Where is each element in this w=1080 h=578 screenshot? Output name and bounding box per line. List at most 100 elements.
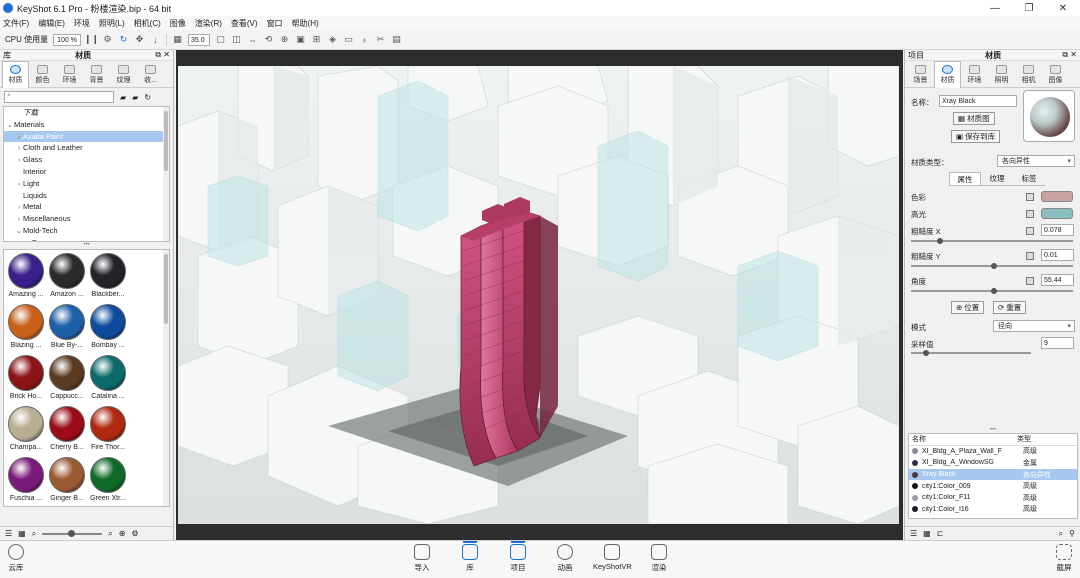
list-item[interactable]: XI_Bldg_A_WindowSG 金属 — [909, 457, 1077, 469]
list-item[interactable]: city1:Color_F11 高级 — [909, 492, 1077, 504]
tools-icon[interactable]: ✂ — [375, 34, 386, 45]
material-ball[interactable] — [49, 355, 85, 391]
tab-materials[interactable]: 材质 — [2, 61, 29, 88]
split-view-icon[interactable]: ⊞ — [311, 34, 322, 45]
specular-texture-icon[interactable] — [1026, 210, 1034, 218]
tab-textures[interactable]: 纹理 — [110, 61, 137, 88]
material-thumbnail[interactable]: Amazing ... — [6, 253, 46, 304]
zoom-out-icon[interactable]: ⌕ — [32, 529, 36, 539]
fit-icon[interactable]: ✥ — [134, 34, 145, 45]
search-icon[interactable]: ⌕ — [1059, 529, 1063, 539]
menu-help[interactable]: 帮助(H) — [292, 18, 319, 29]
field-of-view-input[interactable]: 35.0 — [187, 33, 210, 46]
tree-item[interactable]: › Metal — [4, 201, 169, 213]
panel-close-icon[interactable]: ⧉ ✕ — [1062, 50, 1077, 60]
tab-labels[interactable]: 标签 — [1013, 172, 1045, 185]
menu-file[interactable]: 文件(F) — [3, 18, 29, 29]
move-icon[interactable]: ⇔ — [247, 34, 258, 45]
material-ball[interactable] — [8, 355, 44, 391]
camera-icon[interactable]: ◫ — [231, 34, 242, 45]
folder-icon[interactable]: ▰ — [120, 93, 126, 102]
shield-icon[interactable]: ◈ — [327, 34, 338, 45]
filter-icon[interactable]: ⚲ — [1069, 529, 1075, 538]
city-render-scene[interactable] — [178, 66, 899, 524]
tab-texture[interactable]: 纹理 — [981, 172, 1013, 185]
tree-item[interactable]: 下载 — [4, 107, 169, 119]
sync-icon[interactable]: ↻ — [144, 93, 151, 102]
list-header-type[interactable]: 类型 — [1017, 434, 1031, 444]
roughness-x-input[interactable]: 0.078 — [1041, 224, 1074, 236]
list-view-icon[interactable]: ☰ — [5, 529, 12, 538]
roughness-x-slider[interactable] — [911, 238, 1073, 244]
color-texture-icon[interactable] — [1026, 193, 1034, 201]
tree-item[interactable]: Interior — [4, 166, 169, 178]
material-ball[interactable] — [90, 406, 126, 442]
tree-item[interactable]: ⌄Materials — [4, 119, 169, 131]
tree-item[interactable]: Liquids — [4, 190, 169, 202]
angle-texture-icon[interactable] — [1026, 277, 1034, 285]
material-name-input[interactable]: Xray Black — [939, 95, 1017, 107]
slider-knob[interactable] — [923, 350, 929, 356]
roughness-y-texture-icon[interactable] — [1026, 252, 1034, 260]
tree-item[interactable]: › Glass — [4, 154, 169, 166]
zoom-icon[interactable]: ⊕ — [279, 34, 290, 45]
tree-item[interactable]: › Light — [4, 178, 169, 190]
material-ball[interactable] — [8, 304, 44, 340]
material-ball[interactable] — [90, 355, 126, 391]
reset-button[interactable]: ⟳ 重置 — [993, 301, 1027, 314]
material-ball[interactable] — [49, 253, 85, 289]
roughness-y-input[interactable]: 0.01 — [1041, 249, 1074, 261]
samples-input[interactable]: 9 — [1041, 337, 1074, 349]
position-button[interactable]: ⊕ 位置 — [951, 301, 985, 314]
grid-view-icon[interactable]: ▦ — [18, 529, 26, 538]
list-item[interactable]: Xray Black 各向异性 — [909, 468, 1077, 481]
tab-scene[interactable]: 场景 — [907, 61, 934, 88]
list-item[interactable]: city1:Color_009 高级 — [909, 480, 1077, 492]
rotate-icon[interactable]: ⟲ — [263, 34, 274, 45]
library-search-input[interactable]: ⌕ — [4, 91, 114, 103]
zoom-in-icon[interactable]: ⌕ — [108, 529, 112, 539]
menu-window[interactable]: 窗口 — [267, 18, 283, 29]
minimize-button[interactable]: — — [978, 0, 1012, 16]
tab-colors[interactable]: 颜色 — [29, 61, 56, 88]
panel-close-icon[interactable]: ⧉ ✕ — [155, 50, 170, 60]
perspective-icon[interactable]: ▦ — [172, 34, 183, 45]
tree-item[interactable]: ⌄Mold-Tech — [4, 225, 169, 237]
menu-environment[interactable]: 环境 — [74, 18, 90, 29]
folder-add-icon[interactable]: ▰ — [132, 93, 138, 102]
tree-item[interactable]: Bump — [4, 237, 169, 241]
material-ball[interactable] — [8, 406, 44, 442]
cloud-library-button[interactable]: 云库 — [8, 544, 24, 573]
tab-environments[interactable]: 环境 — [56, 61, 83, 88]
material-thumbnail[interactable]: Blazing ... — [6, 304, 46, 355]
roughness-x-texture-icon[interactable] — [1026, 227, 1034, 235]
pause-icon[interactable]: ❙❙ — [84, 34, 99, 45]
light-bulb-icon[interactable]: ♁ — [359, 34, 370, 45]
render-button[interactable]: 渲染 — [651, 544, 667, 573]
project-button[interactable]: 项目 — [510, 541, 526, 573]
screen-icon[interactable]: ▭ — [343, 34, 354, 45]
keyshotvr-button[interactable]: KeyShotVR — [593, 544, 632, 571]
tab-backplates[interactable]: 背景 — [83, 61, 110, 88]
thumbnail-size-slider[interactable] — [42, 529, 103, 537]
material-ball[interactable] — [90, 457, 126, 493]
specular-swatch[interactable] — [1041, 208, 1073, 219]
material-ball[interactable] — [49, 457, 85, 493]
material-thumbnail[interactable]: Bombay ... — [88, 304, 128, 355]
menu-camera[interactable]: 相机(C) — [134, 18, 161, 29]
tab-camera[interactable]: 相机 — [1015, 61, 1042, 88]
close-button[interactable]: ✕ — [1046, 0, 1080, 16]
save-to-library-button[interactable]: ▣ 保存到库 — [951, 130, 1001, 143]
tree-view-icon[interactable]: ⊏ — [937, 529, 944, 538]
tab-lighting[interactable]: 照明 — [988, 61, 1015, 88]
roughness-y-slider[interactable] — [911, 263, 1073, 269]
angle-input[interactable]: 55.44 — [1041, 274, 1074, 286]
slider-knob[interactable] — [991, 288, 997, 294]
list-view-icon[interactable]: ☰ — [910, 529, 917, 538]
screenshot-icon[interactable]: ▤ — [391, 34, 402, 45]
list-item[interactable]: XI_Bldg_A_Plaza_Wall_F 高级 — [909, 446, 1077, 458]
slider-knob[interactable] — [937, 238, 943, 244]
material-graph-button[interactable]: ▦ 材质图 — [953, 112, 995, 125]
material-thumbnail[interactable]: Amazon ... — [47, 253, 87, 304]
menu-render[interactable]: 渲染(R) — [195, 18, 222, 29]
